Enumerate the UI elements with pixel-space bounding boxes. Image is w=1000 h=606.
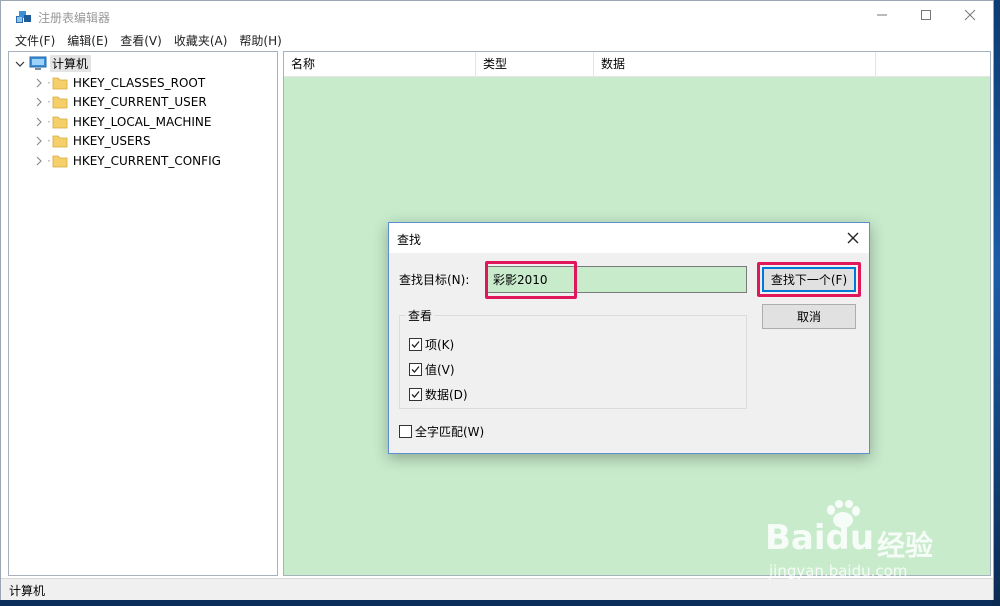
watermark-name: 经验 bbox=[877, 529, 934, 562]
menu-favorites[interactable]: 收藏夹(A) bbox=[168, 32, 234, 50]
chevron-right-icon[interactable] bbox=[35, 156, 47, 166]
minimize-icon bbox=[876, 9, 888, 24]
option-values[interactable]: 值(V) bbox=[409, 361, 455, 378]
dialog-close-button[interactable] bbox=[843, 228, 863, 248]
tree-connector: · bbox=[47, 114, 51, 129]
tree-item-label: HKEY_CLASSES_ROOT bbox=[72, 75, 206, 90]
option-data-label: 数据(D) bbox=[425, 388, 468, 402]
dialog-title-bar[interactable]: 查找 bbox=[389, 223, 869, 253]
checkmark-icon bbox=[411, 341, 420, 348]
tree-item-hkey-current-config[interactable]: · HKEY_CURRENT_CONFIG bbox=[35, 151, 221, 170]
option-keys-label: 项(K) bbox=[425, 338, 455, 352]
menu-edit[interactable]: 编辑(E) bbox=[61, 32, 114, 50]
look-at-group-label: 查看 bbox=[406, 307, 435, 324]
computer-icon bbox=[29, 56, 47, 72]
option-values-label: 值(V) bbox=[425, 363, 455, 377]
watermark-brand-tail: du bbox=[825, 518, 875, 558]
tree-pane[interactable]: 计算机 · HKEY_CLASSES_ROOT · HKEY_CURRENT_U… bbox=[8, 51, 278, 576]
checkbox-match-whole[interactable] bbox=[399, 425, 412, 438]
look-at-group: 查看 项(K) 值(V) 数据(D) bbox=[399, 307, 747, 409]
tree-connector: · bbox=[47, 94, 51, 109]
registry-editor-icon bbox=[15, 8, 33, 26]
baidu-jingyan-watermark: Baidu 经验 jingyan.baidu.com bbox=[765, 500, 955, 585]
tree-item-computer[interactable]: 计算机 bbox=[15, 54, 92, 73]
chevron-right-icon[interactable] bbox=[35, 78, 47, 88]
list-header: 名称 类型 数据 bbox=[284, 52, 990, 77]
option-match-whole[interactable]: 全字匹配(W) bbox=[399, 423, 484, 440]
cancel-button[interactable]: 取消 bbox=[762, 304, 856, 329]
menu-file[interactable]: 文件(F) bbox=[9, 32, 61, 50]
status-text: 计算机 bbox=[9, 584, 46, 598]
checkbox-keys[interactable] bbox=[409, 338, 422, 351]
checkmark-icon bbox=[411, 391, 420, 398]
find-dialog: 查找 查找目标(N): 查找下一个(F) 取消 查看 项(K) 值(V) bbox=[388, 222, 870, 454]
maximize-icon bbox=[920, 9, 932, 24]
highlight-box-find-next bbox=[757, 262, 861, 297]
folder-icon bbox=[52, 76, 68, 90]
watermark-url: jingyan.baidu.com bbox=[769, 562, 908, 580]
highlight-box-input bbox=[485, 261, 577, 299]
checkbox-values[interactable] bbox=[409, 363, 422, 376]
folder-icon bbox=[52, 154, 68, 168]
tree-connector: · bbox=[47, 75, 51, 90]
tree-item-label: HKEY_CURRENT_CONFIG bbox=[72, 153, 221, 168]
menu-view[interactable]: 查看(V) bbox=[114, 32, 168, 50]
chevron-down-icon[interactable] bbox=[15, 59, 29, 69]
find-target-label: 查找目标(N): bbox=[399, 273, 470, 287]
tree-item-label: HKEY_LOCAL_MACHINE bbox=[72, 114, 212, 129]
column-header-data[interactable]: 数据 bbox=[594, 52, 876, 76]
checkbox-data[interactable] bbox=[409, 388, 422, 401]
title-bar[interactable]: 注册表编辑器 bbox=[1, 1, 993, 32]
tree-item-label: HKEY_CURRENT_USER bbox=[72, 94, 207, 109]
close-icon bbox=[964, 9, 976, 24]
option-keys[interactable]: 项(K) bbox=[409, 336, 454, 353]
tree-item-hkey-classes-root[interactable]: · HKEY_CLASSES_ROOT bbox=[35, 73, 205, 92]
column-header-type[interactable]: 类型 bbox=[476, 52, 594, 76]
option-match-whole-label: 全字匹配(W) bbox=[415, 425, 485, 439]
folder-icon bbox=[52, 115, 68, 129]
tree-item-label: 计算机 bbox=[50, 55, 92, 72]
chevron-right-icon[interactable] bbox=[35, 136, 47, 146]
checkmark-icon bbox=[411, 366, 420, 373]
option-data[interactable]: 数据(D) bbox=[409, 386, 468, 403]
menu-help[interactable]: 帮助(H) bbox=[233, 32, 287, 50]
tree-item-hkey-users[interactable]: · HKEY_USERS bbox=[35, 131, 151, 150]
tree-connector: · bbox=[47, 153, 51, 168]
maximize-button[interactable] bbox=[903, 1, 949, 31]
close-button[interactable] bbox=[947, 1, 993, 31]
column-header-name[interactable]: 名称 bbox=[284, 52, 476, 76]
tree-item-label: HKEY_USERS bbox=[72, 133, 151, 148]
folder-icon bbox=[52, 134, 68, 148]
minimize-button[interactable] bbox=[859, 1, 905, 31]
tree-connector: · bbox=[47, 133, 51, 148]
menu-bar: 文件(F) 编辑(E) 查看(V) 收藏夹(A) 帮助(H) bbox=[1, 32, 993, 50]
close-icon bbox=[843, 232, 863, 251]
window-title: 注册表编辑器 bbox=[38, 11, 111, 25]
chevron-right-icon[interactable] bbox=[35, 97, 47, 107]
folder-icon bbox=[52, 95, 68, 109]
chevron-right-icon[interactable] bbox=[35, 117, 47, 127]
dialog-title: 查找 bbox=[397, 233, 422, 247]
tree-item-hkey-local-machine[interactable]: · HKEY_LOCAL_MACHINE bbox=[35, 112, 211, 131]
tree-item-hkey-current-user[interactable]: · HKEY_CURRENT_USER bbox=[35, 92, 207, 111]
watermark-brand: Bai bbox=[765, 518, 826, 558]
